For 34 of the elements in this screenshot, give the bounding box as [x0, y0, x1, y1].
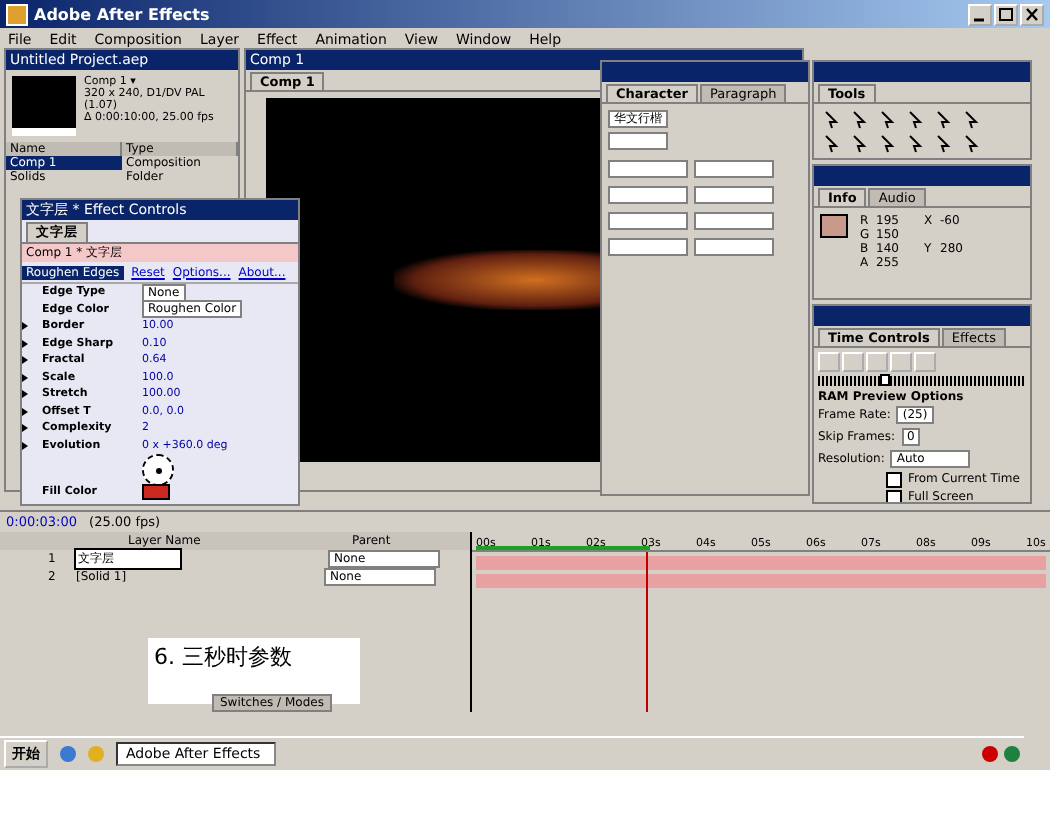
jog-slider-thumb[interactable]: [880, 374, 891, 386]
size-field[interactable]: [608, 160, 688, 178]
tool-icon[interactable]: [960, 134, 982, 154]
tool-icon[interactable]: [820, 110, 842, 130]
comp-thumbnail: [12, 76, 77, 136]
close-button[interactable]: [1020, 3, 1044, 25]
size-field[interactable]: [608, 238, 688, 256]
size-field[interactable]: [608, 212, 688, 230]
checkbox[interactable]: [886, 471, 902, 487]
tool-icon[interactable]: [932, 134, 954, 154]
window-title: Adobe After Effects: [34, 5, 210, 23]
dial-control[interactable]: [142, 454, 174, 486]
time-indicator[interactable]: [645, 552, 648, 712]
tool-icon[interactable]: [932, 110, 954, 130]
spacing-field[interactable]: [694, 238, 774, 256]
spacing-field[interactable]: [694, 160, 774, 178]
tool-icon[interactable]: [904, 134, 926, 154]
spacing-field[interactable]: [694, 186, 774, 204]
tool-icon[interactable]: [904, 110, 926, 130]
tool-icon[interactable]: [876, 134, 898, 154]
color-swatch[interactable]: [142, 484, 170, 501]
tool-icon[interactable]: [820, 134, 842, 154]
tool-icon[interactable]: [848, 134, 870, 154]
minimize-button[interactable]: [968, 3, 992, 25]
app-icon: [6, 3, 28, 25]
tool-icon[interactable]: [876, 110, 898, 130]
maximize-button[interactable]: [994, 3, 1018, 25]
style-dropdown[interactable]: [608, 132, 668, 150]
checkbox[interactable]: [886, 489, 902, 502]
size-field[interactable]: [608, 186, 688, 204]
tool-icon[interactable]: [848, 110, 870, 130]
browser-icon[interactable]: [60, 746, 76, 762]
spacing-field[interactable]: [694, 212, 774, 230]
tool-icon[interactable]: [960, 110, 982, 130]
